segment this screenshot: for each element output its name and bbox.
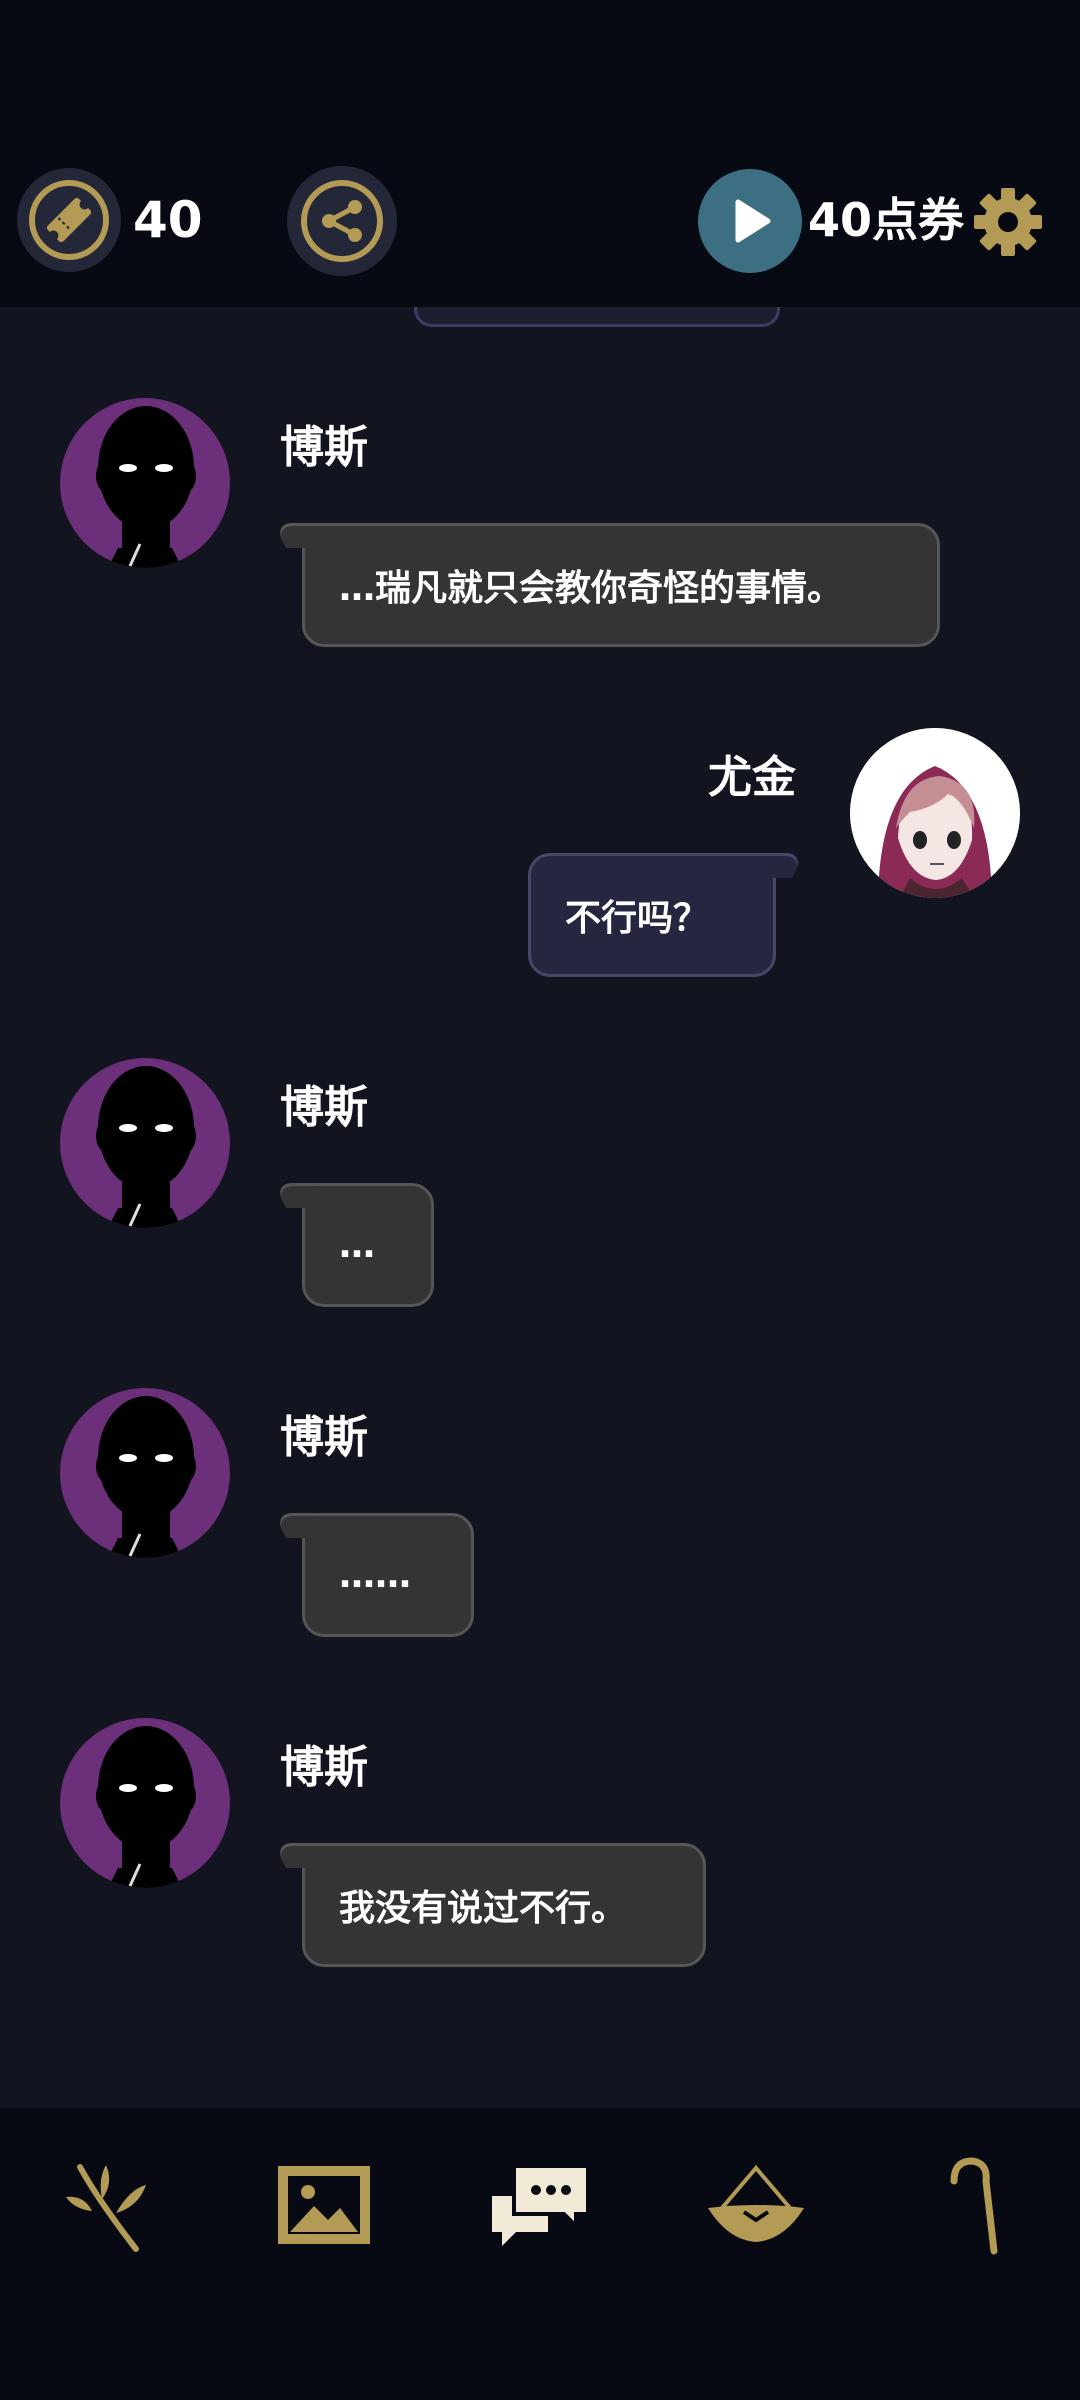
eugene-avatar[interactable] — [850, 728, 1020, 898]
nav-hat[interactable] — [701, 2150, 811, 2260]
eugene-portrait-icon — [850, 728, 1020, 898]
play-icon — [735, 199, 771, 243]
ticket-count: 40 — [133, 191, 203, 249]
message-bubble: 我没有说过不行。 — [302, 1843, 706, 1967]
settings-button[interactable] — [970, 184, 1046, 260]
boss-avatar[interactable] — [60, 398, 230, 568]
silhouette-avatar-icon — [96, 406, 196, 568]
play-ad-button[interactable] — [698, 169, 802, 273]
nav-gallery[interactable] — [269, 2150, 379, 2260]
boss-avatar[interactable] — [60, 1718, 230, 1888]
branch-icon — [66, 2164, 146, 2252]
cane-icon — [950, 2157, 998, 2255]
speaker-name: 博斯 — [280, 422, 368, 473]
ticket-icon — [29, 180, 109, 260]
share-icon — [301, 180, 383, 262]
speaker-name: 博斯 — [280, 1082, 368, 1133]
boss-avatar[interactable] — [60, 1388, 230, 1558]
chat-icon — [492, 2164, 590, 2246]
silhouette-avatar-icon — [96, 1396, 196, 1558]
speaker-name: 博斯 — [280, 1412, 368, 1463]
ticket-button[interactable] — [17, 168, 121, 272]
gear-icon — [974, 188, 1042, 256]
points-label: 40点券 — [808, 193, 965, 247]
gallery-icon — [278, 2166, 370, 2244]
silhouette-avatar-icon — [96, 1066, 196, 1228]
nav-chat[interactable] — [485, 2150, 595, 2260]
top-bar: 40 40点券 — [0, 0, 1080, 307]
share-button[interactable] — [287, 166, 397, 276]
nav-branch[interactable] — [53, 2150, 163, 2260]
silhouette-avatar-icon — [96, 1726, 196, 1888]
message-bubble: 不行吗？ — [528, 853, 776, 977]
message-bubble: …… — [302, 1513, 474, 1637]
message-bubble: …瑞凡就只会教你奇怪的事情。 — [302, 523, 940, 647]
speaker-name: 博斯 — [280, 1742, 368, 1793]
message-bubble: … — [302, 1183, 434, 1307]
boss-avatar[interactable] — [60, 1058, 230, 1228]
speaker-name: 尤金 — [708, 752, 796, 803]
hat-icon — [708, 2164, 804, 2242]
nav-cane[interactable] — [917, 2150, 1027, 2260]
